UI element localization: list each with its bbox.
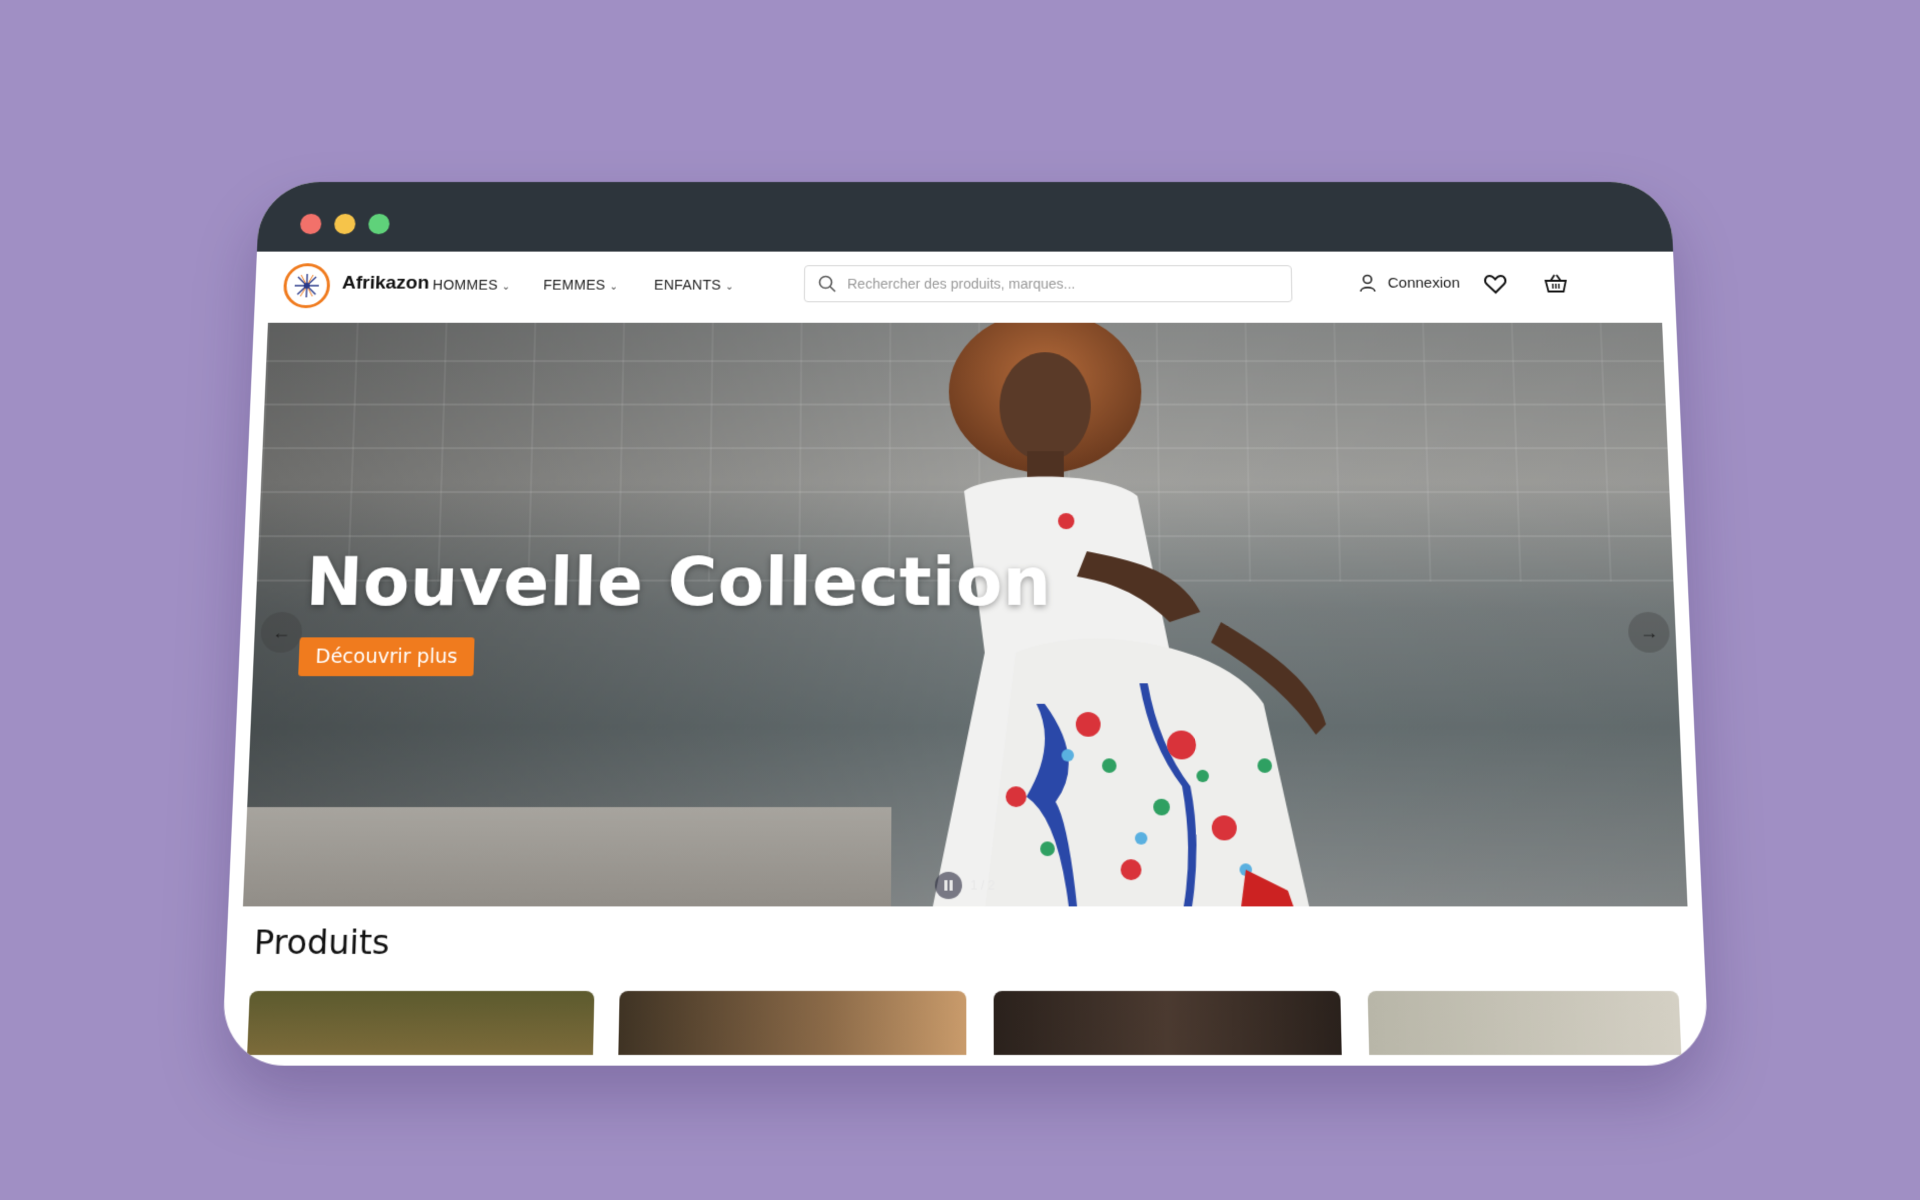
product-card[interactable]: [993, 990, 1342, 1055]
nav-item-enfants[interactable]: ENFANTS ⌄: [654, 277, 734, 293]
close-window-button[interactable]: [299, 213, 322, 235]
product-card[interactable]: [247, 990, 595, 1055]
hero-title: Nouvelle Collection: [304, 543, 1052, 622]
hero-carousel: Nouvelle Collection Découvrir plus ← → 1…: [242, 322, 1688, 907]
arrow-left-icon: ←: [271, 621, 292, 642]
chevron-down-icon: ⌄: [609, 281, 619, 293]
brand-name[interactable]: Afrikazon: [342, 273, 430, 294]
nav-item-femmes[interactable]: FEMMES ⌄: [543, 277, 618, 293]
carousel-pager: 1 / 2: [934, 871, 995, 900]
nav-item-label: FEMMES: [543, 276, 606, 293]
search-input[interactable]: [845, 274, 1292, 293]
hero-background-ledge: [242, 807, 892, 907]
site-header: Afrikazon HOMMES ⌄ FEMMES ⌄ ENFANTS ⌄ Re…: [254, 252, 1676, 320]
minimize-window-button[interactable]: [333, 213, 356, 235]
chevron-down-icon: ⌄: [725, 281, 734, 293]
pause-icon: [944, 880, 953, 891]
carousel-next-button[interactable]: →: [1627, 611, 1671, 653]
search-icon[interactable]: [817, 274, 837, 293]
browser-window: Afrikazon HOMMES ⌄ FEMMES ⌄ ENFANTS ⌄ Re…: [221, 182, 1710, 1066]
carousel-prev-button[interactable]: ←: [259, 611, 303, 653]
search-box: [803, 265, 1293, 303]
nav-item-label: ENFANTS: [653, 276, 722, 293]
window-titlebar: [256, 182, 1674, 252]
login-button[interactable]: Connexion: [1357, 273, 1460, 292]
basket-icon: [1543, 273, 1568, 294]
products-section-title: Produits: [253, 922, 391, 963]
brand-logo-icon[interactable]: [282, 263, 331, 309]
user-icon: [1357, 273, 1378, 292]
nav-item-label: HOMMES: [432, 276, 499, 293]
nav-item-hommes[interactable]: HOMMES ⌄: [432, 277, 510, 293]
product-card[interactable]: [1367, 990, 1682, 1055]
wishlist-button[interactable]: [1483, 273, 1508, 299]
discover-more-button[interactable]: Découvrir plus: [298, 637, 475, 677]
cart-button[interactable]: [1543, 273, 1568, 299]
arrow-right-icon: →: [1639, 621, 1659, 642]
login-label: Connexion: [1387, 274, 1461, 292]
heart-icon: [1483, 273, 1508, 294]
product-card[interactable]: [618, 990, 967, 1055]
product-grid: [247, 990, 1682, 1055]
chevron-down-icon: ⌄: [501, 281, 511, 293]
stage: Afrikazon HOMMES ⌄ FEMMES ⌄ ENFANTS ⌄ Re…: [0, 0, 1920, 1200]
maximize-window-button[interactable]: [368, 213, 390, 235]
carousel-page-indicator: 1 / 2: [970, 878, 995, 893]
carousel-pause-button[interactable]: [934, 871, 963, 900]
